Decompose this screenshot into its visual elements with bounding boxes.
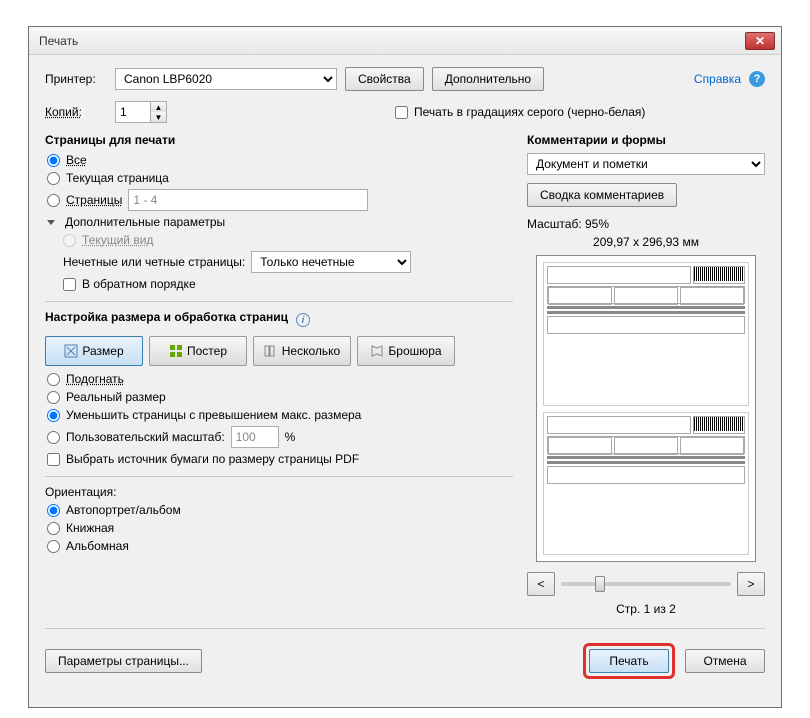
orient-auto-row[interactable]: Автопортрет/альбом bbox=[47, 503, 513, 517]
preview-page-2 bbox=[543, 412, 749, 556]
current-view-radio bbox=[63, 234, 76, 247]
pages-all-label: Все bbox=[66, 153, 87, 167]
pages-section-title: Страницы для печати bbox=[45, 133, 513, 147]
orient-landscape-row[interactable]: Альбомная bbox=[47, 539, 513, 553]
odd-even-select[interactable]: Только нечетные bbox=[251, 251, 411, 273]
pages-range-label: Страницы bbox=[66, 193, 122, 207]
next-page-button[interactable]: > bbox=[737, 572, 765, 596]
properties-button[interactable]: Свойства bbox=[345, 67, 424, 91]
poster-tab[interactable]: Постер bbox=[149, 336, 247, 366]
multiple-icon bbox=[264, 344, 278, 358]
pages-all-radio[interactable] bbox=[47, 154, 60, 167]
current-view-row[interactable]: Текущий вид bbox=[63, 233, 513, 247]
close-button[interactable]: ✕ bbox=[745, 32, 775, 50]
pages-current-row[interactable]: Текущая страница bbox=[47, 171, 513, 185]
shrink-radio[interactable] bbox=[47, 409, 60, 422]
window-title: Печать bbox=[39, 34, 745, 48]
poster-icon bbox=[169, 344, 183, 358]
more-options-label: Дополнительные параметры bbox=[65, 215, 225, 229]
booklet-icon bbox=[370, 344, 384, 358]
shrink-row[interactable]: Уменьшить страницы с превышением макс. р… bbox=[47, 408, 513, 422]
print-highlight: Печать bbox=[583, 643, 675, 679]
sizing-section-title: Настройка размера и обработка страниц bbox=[45, 310, 288, 324]
orient-portrait-radio[interactable] bbox=[47, 522, 60, 535]
fit-row[interactable]: Подогнать bbox=[47, 372, 513, 386]
more-options-toggle[interactable]: Дополнительные параметры bbox=[47, 215, 513, 229]
grayscale-label: Печать в градациях серого (черно-белая) bbox=[414, 105, 645, 119]
actual-row[interactable]: Реальный размер bbox=[47, 390, 513, 404]
orient-landscape-radio[interactable] bbox=[47, 540, 60, 553]
orient-auto-label: Автопортрет/альбом bbox=[66, 503, 181, 517]
paper-source-row[interactable]: Выбрать источник бумаги по размеру стран… bbox=[47, 452, 513, 466]
print-button[interactable]: Печать bbox=[589, 649, 669, 673]
odd-even-row: Нечетные или четные страницы: Только неч… bbox=[63, 251, 513, 273]
prev-page-button[interactable]: < bbox=[527, 572, 555, 596]
orientation-title: Ориентация: bbox=[45, 485, 513, 499]
cancel-button[interactable]: Отмена bbox=[685, 649, 765, 673]
copies-input[interactable] bbox=[116, 102, 150, 122]
printer-label: Принтер: bbox=[45, 72, 107, 86]
page-indicator: Стр. 1 из 2 bbox=[527, 602, 765, 616]
fit-label: Подогнать bbox=[66, 372, 124, 386]
orient-portrait-row[interactable]: Книжная bbox=[47, 521, 513, 535]
advanced-button[interactable]: Дополнительно bbox=[432, 67, 544, 91]
reverse-label: В обратном порядке bbox=[82, 277, 196, 291]
print-preview bbox=[536, 255, 756, 562]
booklet-tab[interactable]: Брошюра bbox=[357, 336, 455, 366]
page-setup-button[interactable]: Параметры страницы... bbox=[45, 649, 202, 673]
preview-nav: < > bbox=[527, 572, 765, 596]
actual-label: Реальный размер bbox=[66, 390, 166, 404]
current-view-label: Текущий вид bbox=[82, 233, 153, 247]
paper-source-label: Выбрать источник бумаги по размеру стран… bbox=[66, 452, 359, 466]
grayscale-checkbox[interactable] bbox=[395, 106, 408, 119]
fit-radio[interactable] bbox=[47, 373, 60, 386]
comments-select[interactable]: Документ и пометки bbox=[527, 153, 765, 175]
info-icon[interactable]: i bbox=[296, 313, 310, 327]
spinner-up-icon[interactable]: ▲ bbox=[151, 102, 166, 112]
print-dialog: Печать ✕ Принтер: Canon LBP6020 Свойства… bbox=[28, 26, 782, 708]
printer-select[interactable]: Canon LBP6020 bbox=[115, 68, 337, 90]
comments-section-title: Комментарии и формы bbox=[527, 133, 765, 147]
summary-button[interactable]: Сводка комментариев bbox=[527, 183, 677, 207]
custom-scale-label: Пользовательский масштаб: bbox=[66, 430, 225, 444]
titlebar: Печать ✕ bbox=[29, 27, 781, 55]
pages-all-row[interactable]: Все bbox=[47, 153, 513, 167]
scale-label: Масштаб: 95% bbox=[527, 217, 765, 231]
preview-page-1 bbox=[543, 262, 749, 406]
multiple-tab[interactable]: Несколько bbox=[253, 336, 351, 366]
pages-current-radio[interactable] bbox=[47, 172, 60, 185]
copies-spinner[interactable]: ▲▼ bbox=[115, 101, 167, 123]
paper-source-checkbox[interactable] bbox=[47, 453, 60, 466]
close-icon: ✕ bbox=[755, 34, 765, 48]
pages-range-row: Страницы bbox=[47, 189, 513, 211]
orient-auto-radio[interactable] bbox=[47, 504, 60, 517]
copies-label: Копий: bbox=[45, 105, 107, 119]
slider-thumb[interactable] bbox=[595, 576, 605, 592]
custom-scale-radio[interactable] bbox=[47, 431, 60, 444]
reverse-checkbox[interactable] bbox=[63, 278, 76, 291]
dimensions-label: 209,97 x 296,93 мм bbox=[527, 235, 765, 249]
custom-scale-unit: % bbox=[285, 430, 296, 444]
grayscale-checkbox-row[interactable]: Печать в градациях серого (черно-белая) bbox=[395, 105, 645, 119]
orient-landscape-label: Альбомная bbox=[66, 539, 129, 553]
pages-current-label: Текущая страница bbox=[66, 171, 169, 185]
custom-scale-row: Пользовательский масштаб: % bbox=[47, 426, 513, 448]
pages-range-input[interactable] bbox=[128, 189, 368, 211]
reverse-row[interactable]: В обратном порядке bbox=[63, 277, 513, 291]
odd-even-label: Нечетные или четные страницы: bbox=[63, 255, 245, 269]
help-icon[interactable]: ? bbox=[749, 71, 765, 87]
pages-range-radio[interactable] bbox=[47, 194, 60, 207]
size-icon bbox=[64, 344, 78, 358]
zoom-slider[interactable] bbox=[561, 582, 731, 586]
size-tab[interactable]: Размер bbox=[45, 336, 143, 366]
actual-radio[interactable] bbox=[47, 391, 60, 404]
orient-portrait-label: Книжная bbox=[66, 521, 114, 535]
spinner-down-icon[interactable]: ▼ bbox=[151, 112, 166, 122]
custom-scale-input[interactable] bbox=[231, 426, 279, 448]
disclosure-icon bbox=[47, 220, 55, 225]
help-link[interactable]: Справка bbox=[694, 72, 741, 86]
shrink-label: Уменьшить страницы с превышением макс. р… bbox=[66, 408, 361, 422]
